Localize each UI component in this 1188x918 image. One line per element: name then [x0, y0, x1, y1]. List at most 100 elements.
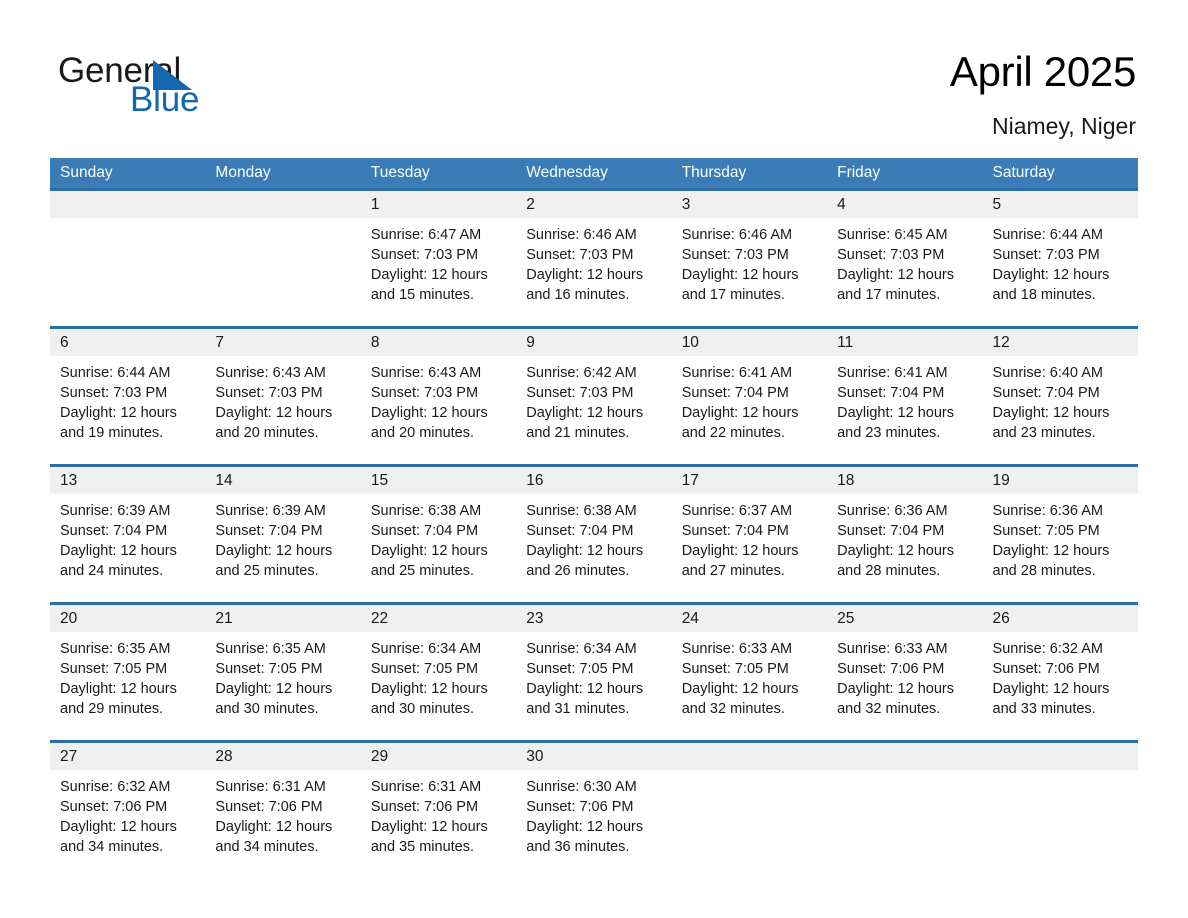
sunrise-text: Sunrise: 6:46 AM	[526, 227, 637, 243]
day-number[interactable]: 3	[672, 191, 827, 218]
day-number[interactable]	[672, 743, 827, 770]
week-daynumber-band: 1 2 3 4 5	[50, 191, 1138, 218]
day-cell[interactable]: Sunrise: 6:38 AM Sunset: 7:04 PM Dayligh…	[516, 494, 671, 602]
day-number[interactable]: 25	[827, 605, 982, 632]
day-cell[interactable]: Sunrise: 6:46 AM Sunset: 7:03 PM Dayligh…	[516, 218, 671, 326]
sunrise-text: Sunrise: 6:34 AM	[370, 641, 482, 657]
day-cell[interactable]: Sunrise: 6:32 AM Sunset: 7:06 PM Dayligh…	[50, 770, 205, 880]
sunrise-text: Sunrise: 6:35 AM	[215, 641, 326, 657]
day-cell[interactable]: Sunrise: 6:45 AM Sunset: 7:03 PM Dayligh…	[827, 218, 982, 326]
day-cell[interactable]	[205, 218, 360, 326]
day-cell[interactable]: Sunrise: 6:46 AM Sunset: 7:03 PM Dayligh…	[672, 218, 827, 326]
daylight-text: Daylight: 12 hours	[992, 405, 1110, 421]
day-number[interactable]: 21	[205, 605, 360, 632]
day-cell[interactable]: Sunrise: 6:41 AM Sunset: 7:04 PM Dayligh…	[827, 356, 982, 464]
day-number[interactable]: 23	[516, 605, 671, 632]
day-cell[interactable]: Sunrise: 6:34 AM Sunset: 7:05 PM Dayligh…	[361, 632, 516, 740]
day-number[interactable]: 1	[361, 191, 516, 218]
daylight-text: Daylight: 12 hours	[370, 405, 488, 421]
day-number[interactable]: 10	[672, 329, 827, 356]
day-cell[interactable]: Sunrise: 6:31 AM Sunset: 7:06 PM Dayligh…	[205, 770, 360, 880]
day-number[interactable]	[205, 191, 360, 218]
day-cell[interactable]: Sunrise: 6:31 AM Sunset: 7:06 PM Dayligh…	[361, 770, 516, 880]
day-number[interactable]	[827, 743, 982, 770]
day-cell[interactable]: Sunrise: 6:33 AM Sunset: 7:06 PM Dayligh…	[827, 632, 982, 740]
day-number[interactable]	[50, 191, 205, 218]
day-cell[interactable]: Sunrise: 6:32 AM Sunset: 7:06 PM Dayligh…	[983, 632, 1138, 740]
day-cell[interactable]: Sunrise: 6:35 AM Sunset: 7:05 PM Dayligh…	[205, 632, 360, 740]
day-number[interactable]: 20	[50, 605, 205, 632]
sunset-text: Sunset: 7:06 PM	[370, 799, 479, 815]
day-number[interactable]: 17	[672, 467, 827, 494]
sunrise-text: Sunrise: 6:39 AM	[60, 503, 171, 519]
day-number[interactable]: 11	[827, 329, 982, 356]
daylight-text-cont: and 18 minutes.	[992, 287, 1096, 303]
day-cell[interactable]: Sunrise: 6:40 AM Sunset: 7:04 PM Dayligh…	[983, 356, 1138, 464]
day-cell[interactable]	[827, 770, 982, 880]
day-cell[interactable]: Sunrise: 6:33 AM Sunset: 7:05 PM Dayligh…	[672, 632, 827, 740]
day-number[interactable]: 4	[827, 191, 982, 218]
day-cell[interactable]: Sunrise: 6:34 AM Sunset: 7:05 PM Dayligh…	[516, 632, 671, 740]
day-number[interactable]: 24	[672, 605, 827, 632]
day-cell[interactable]: Sunrise: 6:43 AM Sunset: 7:03 PM Dayligh…	[205, 356, 360, 464]
sunset-text: Sunset: 7:03 PM	[370, 247, 479, 263]
day-number[interactable]: 18	[827, 467, 982, 494]
calendar-week-row: 20 21 22 23 24 25 26 Sunrise: 6:35 AM Su…	[50, 602, 1138, 740]
day-cell[interactable]	[50, 218, 205, 326]
day-cell[interactable]: Sunrise: 6:47 AM Sunset: 7:03 PM Dayligh…	[361, 218, 516, 326]
week-detail-band: Sunrise: 6:32 AM Sunset: 7:06 PM Dayligh…	[50, 770, 1138, 880]
day-cell[interactable]: Sunrise: 6:39 AM Sunset: 7:04 PM Dayligh…	[205, 494, 360, 602]
day-cell[interactable]: Sunrise: 6:39 AM Sunset: 7:04 PM Dayligh…	[50, 494, 205, 602]
daylight-text-cont: and 28 minutes.	[992, 563, 1096, 579]
day-number[interactable]: 22	[361, 605, 516, 632]
day-cell[interactable]: Sunrise: 6:36 AM Sunset: 7:05 PM Dayligh…	[983, 494, 1138, 602]
day-number[interactable]: 26	[983, 605, 1138, 632]
day-cell[interactable]	[672, 770, 827, 880]
day-cell[interactable]: Sunrise: 6:44 AM Sunset: 7:03 PM Dayligh…	[983, 218, 1138, 326]
day-number[interactable]: 14	[205, 467, 360, 494]
daylight-text: Daylight: 12 hours	[837, 267, 954, 283]
day-number[interactable]: 5	[983, 191, 1138, 218]
day-cell[interactable]: Sunrise: 6:35 AM Sunset: 7:05 PM Dayligh…	[50, 632, 205, 740]
daylight-text-cont: and 17 minutes.	[837, 287, 941, 303]
day-number[interactable]	[983, 743, 1138, 770]
day-cell[interactable]: Sunrise: 6:37 AM Sunset: 7:04 PM Dayligh…	[672, 494, 827, 602]
daylight-text-cont: and 15 minutes.	[370, 287, 475, 303]
sunset-text: Sunset: 7:03 PM	[526, 385, 634, 401]
sunset-text: Sunset: 7:05 PM	[215, 661, 323, 677]
day-number[interactable]: 12	[983, 329, 1138, 356]
day-cell[interactable]: Sunrise: 6:41 AM Sunset: 7:04 PM Dayligh…	[672, 356, 827, 464]
day-number[interactable]: 6	[50, 329, 205, 356]
day-number[interactable]: 19	[983, 467, 1138, 494]
day-number[interactable]: 27	[50, 743, 205, 770]
day-cell[interactable]: Sunrise: 6:44 AM Sunset: 7:03 PM Dayligh…	[50, 356, 205, 464]
general-blue-logo[interactable]: General Blue	[58, 52, 278, 122]
daylight-text: Daylight: 12 hours	[215, 819, 333, 835]
sunset-text: Sunset: 7:05 PM	[681, 661, 789, 677]
sunset-text: Sunset: 7:03 PM	[370, 385, 479, 401]
day-cell[interactable]: Sunrise: 6:30 AM Sunset: 7:06 PM Dayligh…	[516, 770, 671, 880]
day-cell[interactable]: Sunrise: 6:36 AM Sunset: 7:04 PM Dayligh…	[827, 494, 982, 602]
sunset-text: Sunset: 7:04 PM	[837, 385, 945, 401]
week-daynumber-band: 27 28 29 30	[50, 743, 1138, 770]
day-number[interactable]: 28	[205, 743, 360, 770]
daylight-text-cont: and 21 minutes.	[526, 425, 630, 441]
day-number[interactable]: 30	[516, 743, 671, 770]
sunset-text: Sunset: 7:04 PM	[681, 385, 789, 401]
day-number[interactable]: 9	[516, 329, 671, 356]
day-cell[interactable]: Sunrise: 6:43 AM Sunset: 7:03 PM Dayligh…	[361, 356, 516, 464]
day-number[interactable]: 16	[516, 467, 671, 494]
day-number[interactable]: 8	[361, 329, 516, 356]
day-number[interactable]: 7	[205, 329, 360, 356]
day-number[interactable]: 29	[361, 743, 516, 770]
sunrise-text: Sunrise: 6:32 AM	[60, 779, 171, 795]
sunset-text: Sunset: 7:06 PM	[60, 799, 168, 815]
sunrise-text: Sunrise: 6:35 AM	[60, 641, 171, 657]
day-cell[interactable]	[983, 770, 1138, 880]
day-number[interactable]: 2	[516, 191, 671, 218]
sunrise-text: Sunrise: 6:46 AM	[681, 227, 793, 243]
day-cell[interactable]: Sunrise: 6:42 AM Sunset: 7:03 PM Dayligh…	[516, 356, 671, 464]
day-number[interactable]: 15	[361, 467, 516, 494]
day-number[interactable]: 13	[50, 467, 205, 494]
day-cell[interactable]: Sunrise: 6:38 AM Sunset: 7:04 PM Dayligh…	[361, 494, 516, 602]
